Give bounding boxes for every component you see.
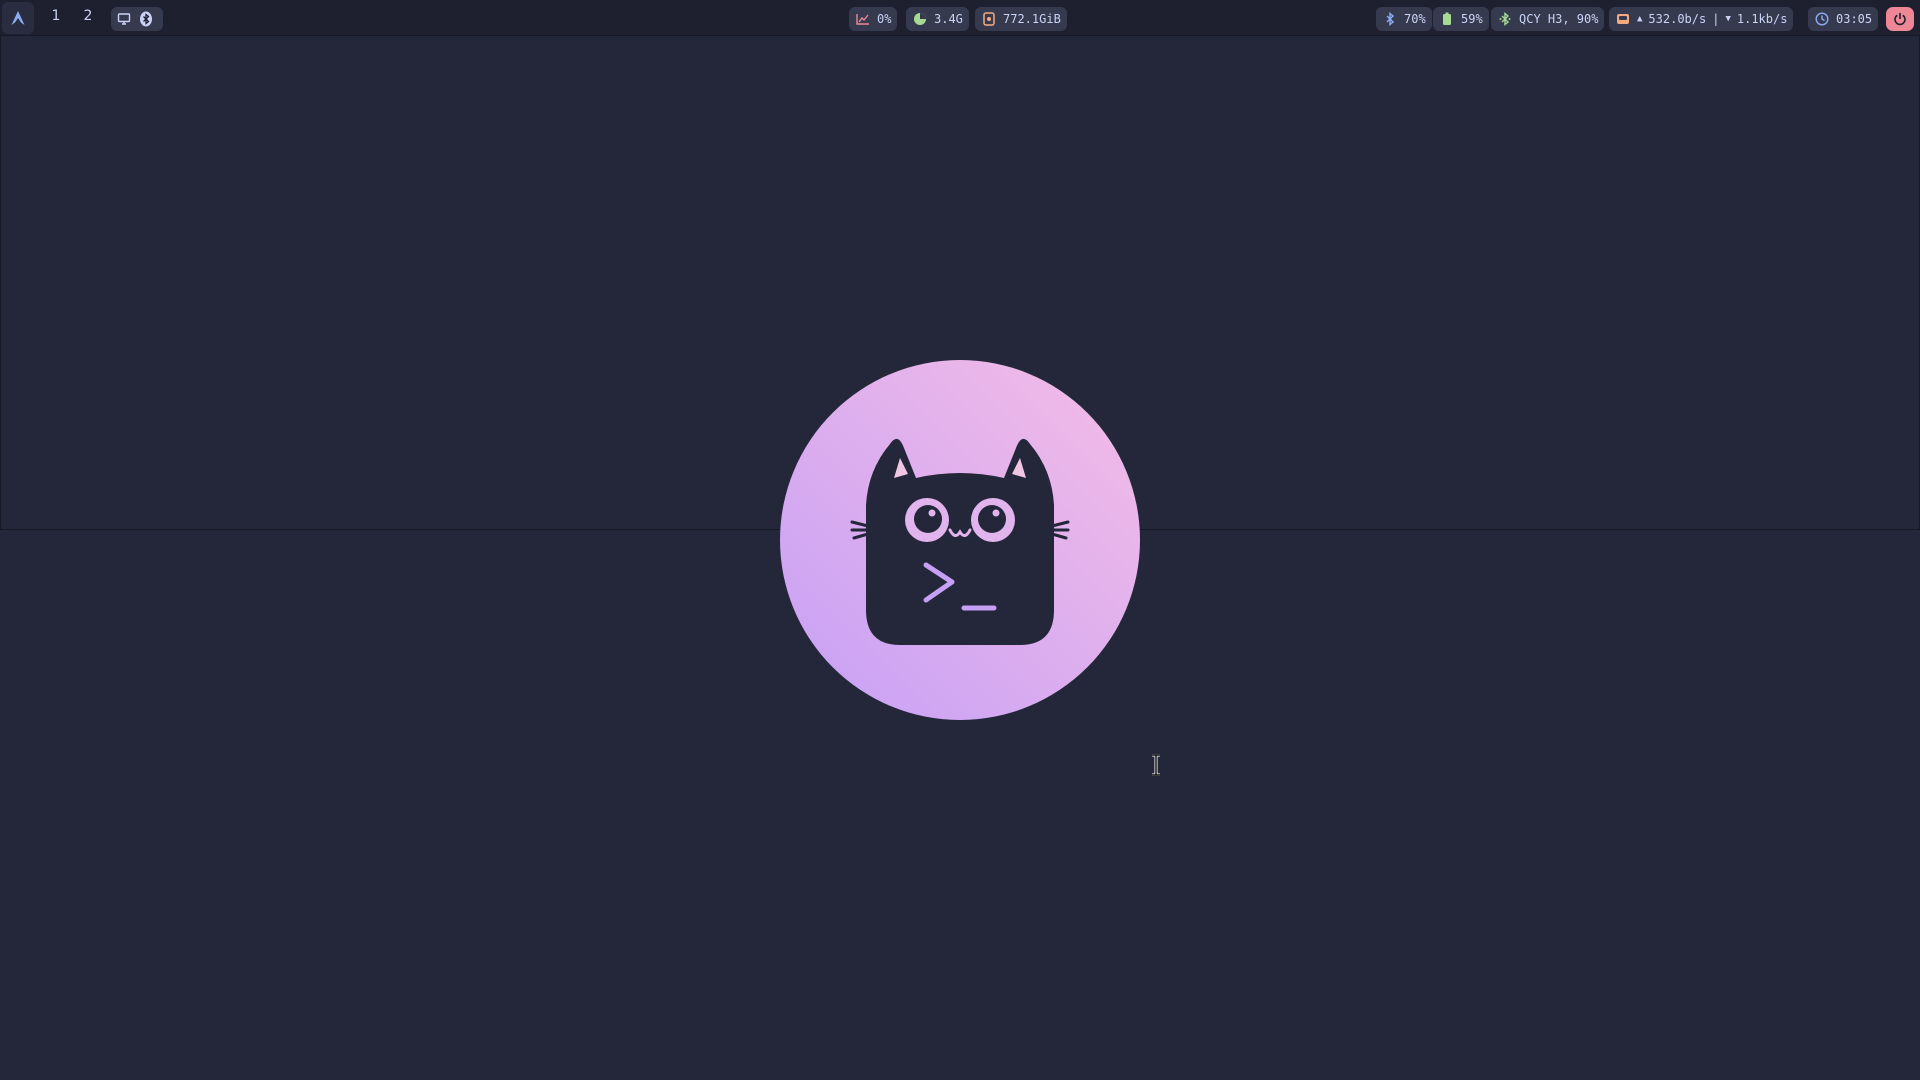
- network-widget[interactable]: ▲ 532.0b/s | ▼ 1.1kb/s: [1609, 7, 1794, 31]
- workspace-2[interactable]: 2: [78, 8, 98, 24]
- upload-arrow-icon: ▲: [1637, 14, 1643, 24]
- power-icon: [1892, 11, 1908, 27]
- disk-icon: [981, 11, 997, 27]
- memory-value: 3.4G: [934, 12, 963, 26]
- battery-widget[interactable]: 59%: [1433, 7, 1489, 31]
- workspace-1[interactable]: 1: [46, 8, 66, 24]
- top-bar: 1 2 0% 3.4G 772.1GiB 70% 59% QCY H3, 90%…: [0, 0, 1920, 36]
- cpu-value: 0%: [877, 12, 892, 26]
- bluetooth-device-icon: [1497, 11, 1513, 27]
- monitor-icon[interactable]: [116, 11, 132, 27]
- tray-group: [111, 7, 163, 31]
- chart-icon: [855, 11, 871, 27]
- text-cursor-icon: [1150, 753, 1162, 777]
- memory-widget[interactable]: 3.4G: [906, 7, 969, 31]
- launcher-button[interactable]: [2, 2, 34, 34]
- network-icon: [1615, 11, 1631, 27]
- bluetooth-level-widget[interactable]: 70%: [1376, 7, 1432, 31]
- memory-icon: [912, 11, 928, 27]
- device-widget[interactable]: QCY H3, 90%: [1491, 7, 1605, 31]
- bluetooth-icon: [1382, 11, 1398, 27]
- disk-value: 772.1GiB: [1003, 12, 1061, 26]
- window-border-left: [0, 36, 1, 530]
- arch-logo-icon: [10, 10, 26, 26]
- network-up-value: 532.0b/s: [1648, 12, 1707, 26]
- disk-widget[interactable]: 772.1GiB: [975, 7, 1067, 31]
- cpu-widget[interactable]: 0%: [849, 7, 898, 31]
- clock-value: 03:05: [1836, 12, 1873, 26]
- network-separator: |: [1712, 12, 1720, 26]
- battery-value: 59%: [1461, 12, 1483, 26]
- terminal-cat-logo: [780, 360, 1140, 720]
- clock-widget[interactable]: 03:05: [1808, 7, 1879, 31]
- power-button[interactable]: [1886, 7, 1914, 31]
- device-value: QCY H3, 90%: [1519, 12, 1599, 26]
- clock-icon: [1814, 11, 1830, 27]
- download-arrow-icon: ▼: [1725, 14, 1731, 24]
- network-down-value: 1.1kb/s: [1736, 12, 1788, 26]
- battery-icon: [1439, 11, 1455, 27]
- bluetooth-icon[interactable]: [138, 11, 154, 27]
- bluetooth-level-value: 70%: [1404, 12, 1426, 26]
